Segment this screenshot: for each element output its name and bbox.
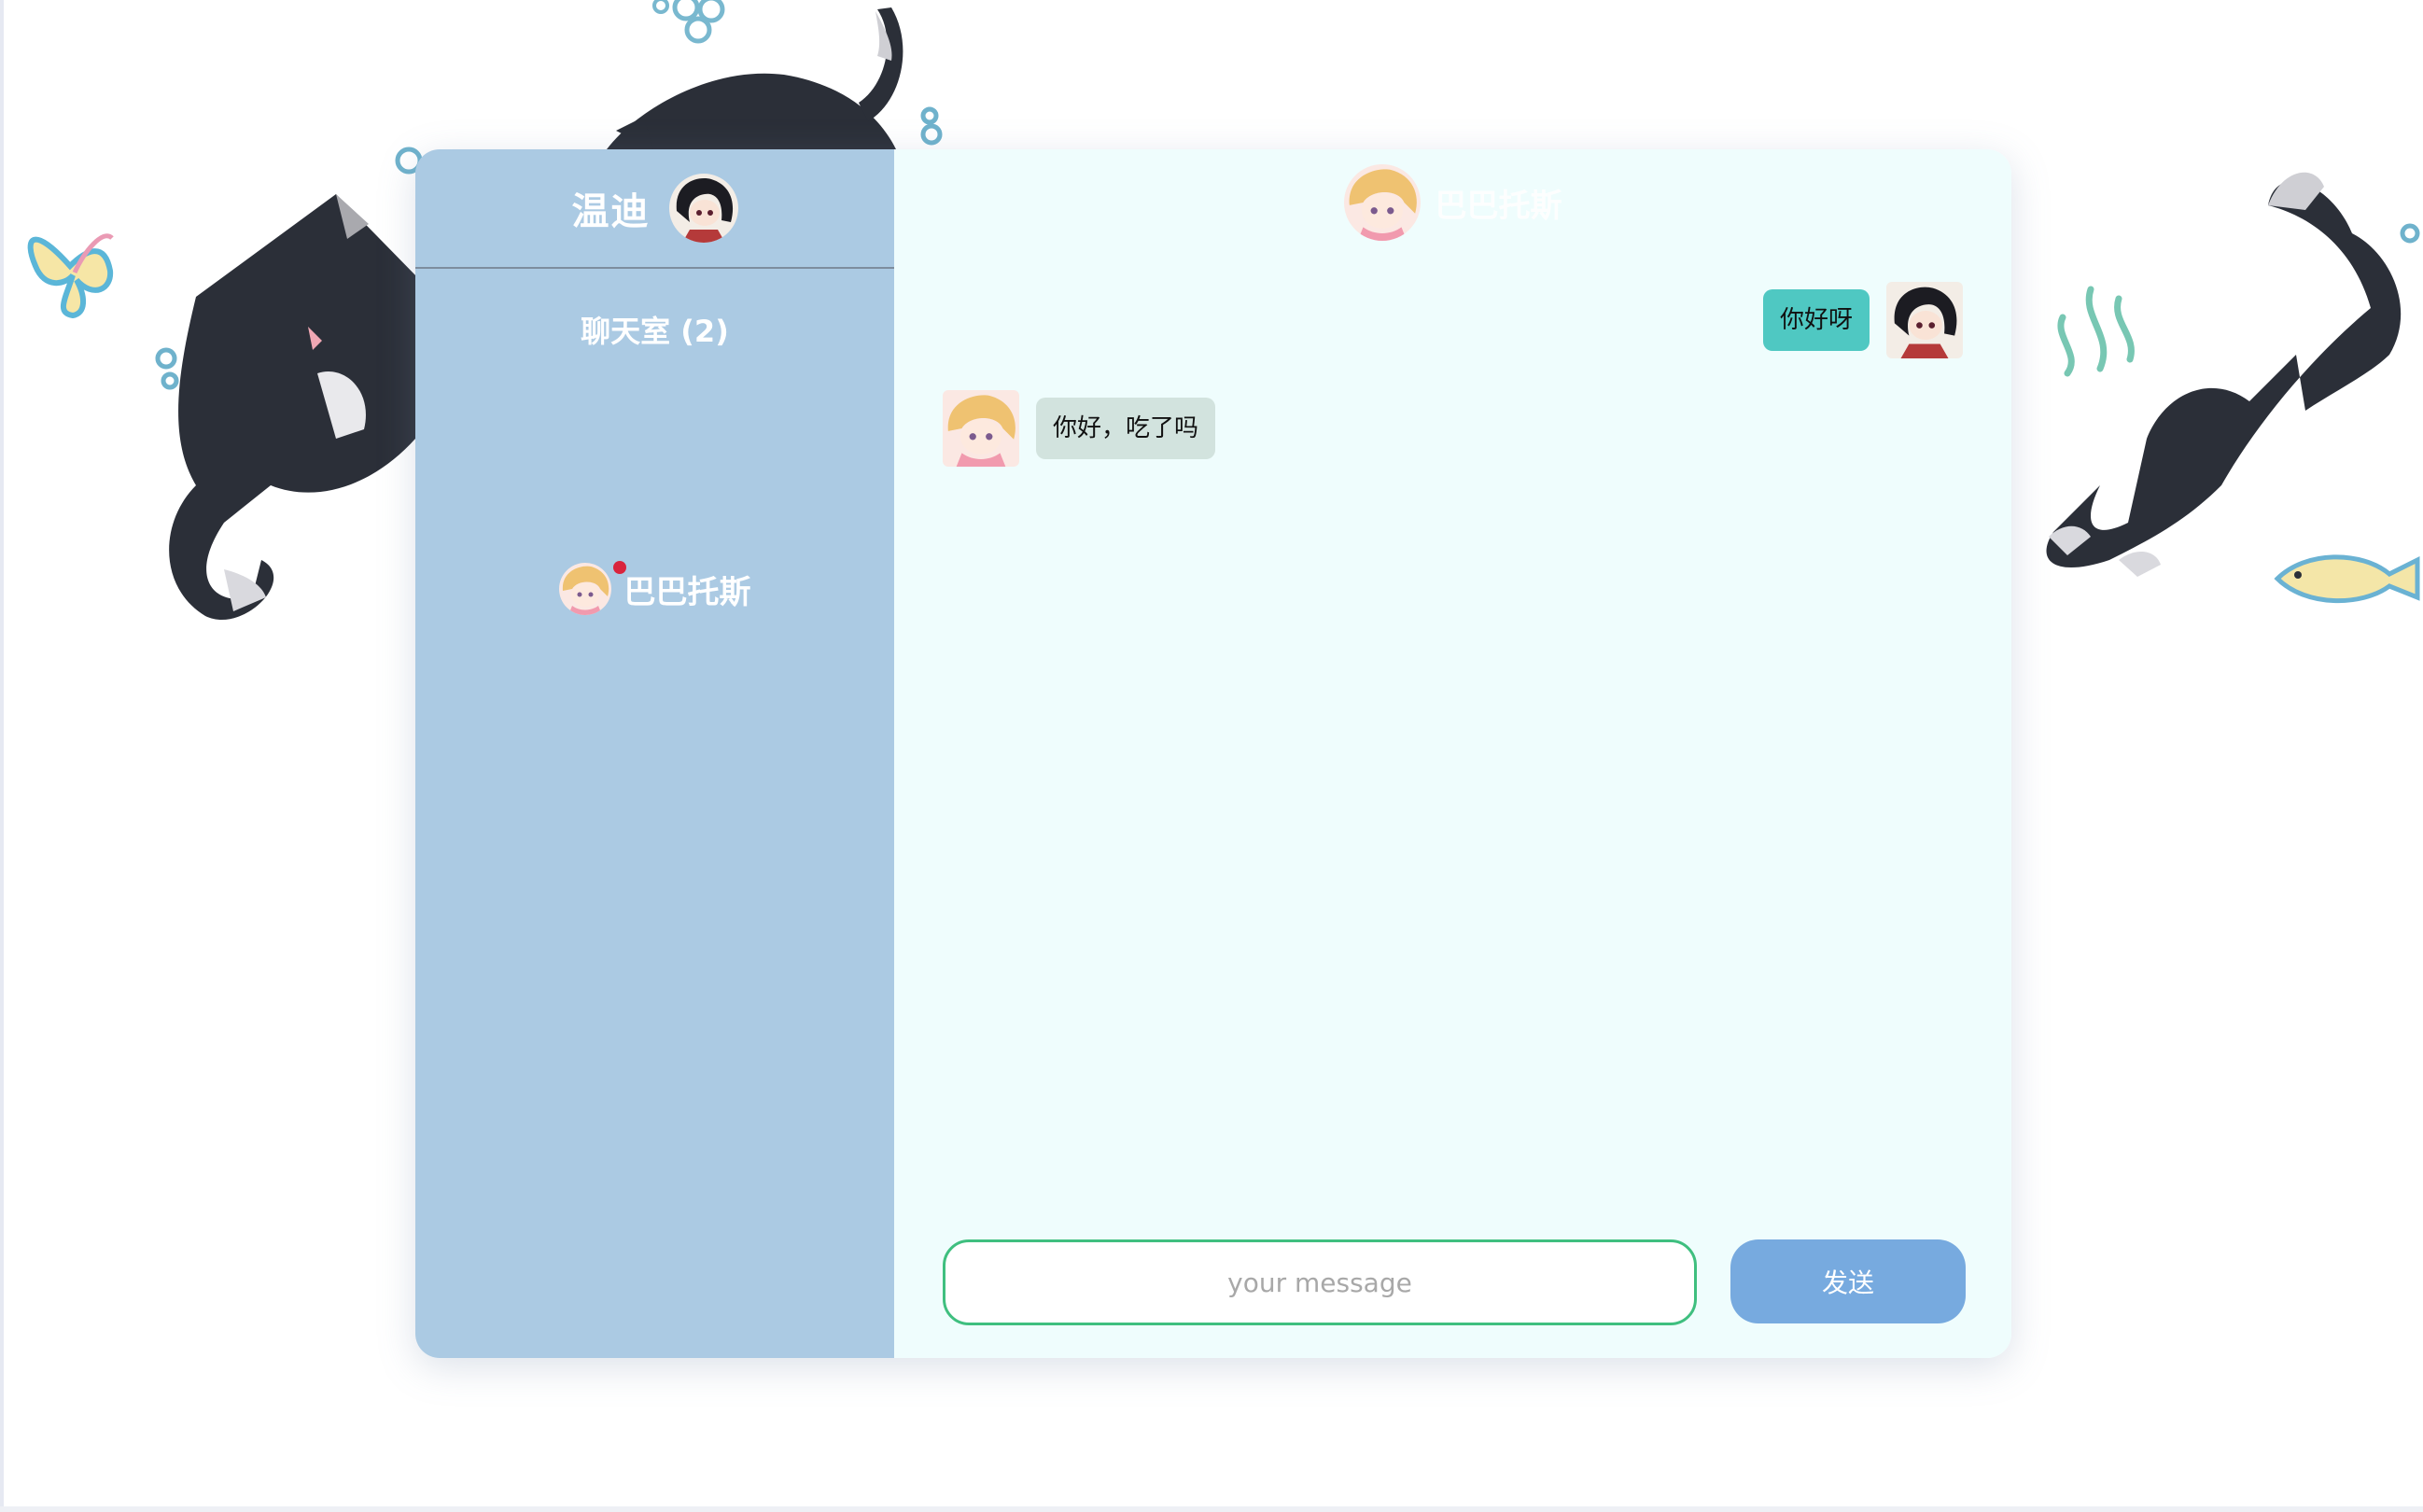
sender-avatar [1886,282,1963,358]
current-user-avatar[interactable] [668,174,738,243]
message-received: 你好，吃了吗 [943,390,1216,467]
message-sent: 你好呀 [1762,282,1963,358]
sidebar-header: 温迪 [415,149,894,269]
sender-avatar [943,390,1019,467]
chat-window: 温迪 聊天室 (2) 巴巴托斯 巴巴托斯 你好呀 你好，吃了吗 your mes… [415,149,2011,1358]
contact-avatar-container [558,561,626,615]
room-title: 聊天室 (2) [581,314,729,349]
composer: 发送 [943,1239,1967,1325]
send-button[interactable]: 发送 [1730,1239,1966,1323]
contact-item[interactable]: 巴巴托斯 [415,561,894,615]
flower-icon [652,0,725,44]
squiggle-icon [2057,286,2135,377]
sidebar: 温迪 聊天室 (2) 巴巴托斯 [415,149,894,1358]
butterfly-icon [27,233,114,319]
message-input[interactable] [943,1239,1697,1325]
chat-pane: 巴巴托斯 你好呀 你好，吃了吗 发送 [894,149,2011,1358]
unread-badge [612,561,626,574]
chat-partner-avatar [1343,164,1421,241]
contact-name: 巴巴托斯 [623,573,751,611]
chat-header: 巴巴托斯 [894,162,2011,243]
message-bubble: 你好，吃了吗 [1036,398,1216,459]
cat-top-icon [607,7,903,149]
cat-left-icon [169,194,420,621]
current-user-name: 温迪 [571,190,651,233]
chat-partner-name: 巴巴托斯 [1435,187,1562,225]
fish-icon [2274,554,2420,603]
contact-avatar [558,563,611,615]
message-bubble: 你好呀 [1762,289,1870,351]
cat-right-icon [2046,172,2402,577]
